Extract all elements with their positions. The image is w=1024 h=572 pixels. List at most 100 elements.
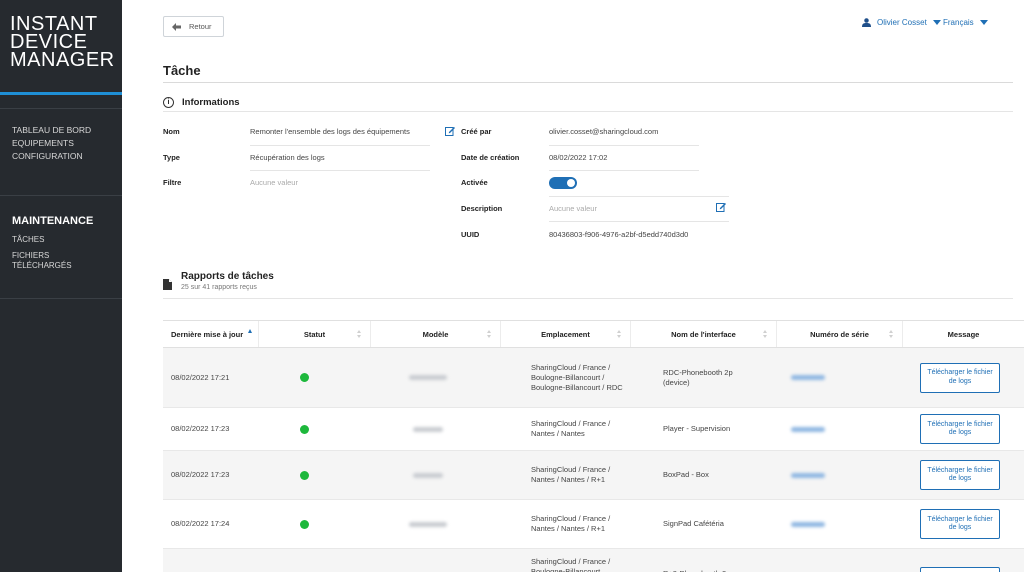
row-updated: 08/02/2022 17:23	[171, 424, 230, 433]
date-creation-value: 08/02/2022 17:02	[549, 153, 608, 162]
row-interface: SignPad Cafétéria	[663, 519, 724, 528]
model-redacted	[409, 375, 447, 380]
col-location[interactable]: Emplacement	[501, 321, 631, 347]
nom-label: Nom	[163, 127, 180, 136]
row-location: SharingCloud / France / Nantes / Nantes	[531, 419, 611, 438]
row-serial[interactable]	[777, 451, 903, 499]
col-status[interactable]: Statut	[259, 321, 371, 347]
arrow-left-icon	[172, 22, 181, 31]
col-status-label: Statut	[303, 329, 326, 339]
download-logs-button[interactable]: Télécharger le fichier de logs	[920, 362, 1000, 393]
status-dot	[300, 373, 309, 382]
sidebar-item-dashboard[interactable]: TABLEAU DE BORD	[12, 124, 91, 137]
col-model[interactable]: Modèle	[371, 321, 501, 347]
row-updated: 08/02/2022 17:21	[171, 372, 230, 382]
logo-line-3: MANAGER	[10, 49, 115, 71]
table-header: Dernière mise à jour Statut Modèle Empla…	[163, 320, 1024, 348]
col-updated-label: Dernière mise à jour	[171, 329, 244, 339]
serial-redacted	[791, 472, 825, 478]
row-model	[371, 348, 501, 407]
download-logs-button[interactable]: Télécharger le fichier de logs	[920, 509, 1000, 539]
status-dot	[300, 519, 309, 529]
field-divider	[549, 145, 699, 146]
edit-icon[interactable]	[445, 126, 455, 136]
description-value: Aucune valeur	[549, 204, 597, 213]
row-message: Télécharger le fichier de logs	[903, 348, 1024, 407]
sidebar-divider	[0, 108, 122, 109]
serial-redacted	[791, 375, 825, 380]
chevron-down-icon	[979, 20, 988, 25]
row-location: SharingCloud / France / Nantes / Nantes …	[531, 465, 611, 484]
table-row[interactable]: 08/02/2022 17:23 SharingCloud / France /…	[163, 451, 1024, 500]
sidebar-section-maintenance[interactable]: MAINTENANCE	[12, 215, 93, 227]
row-model	[371, 408, 501, 450]
col-serial-label: Numéro de série	[810, 329, 869, 339]
model-redacted	[413, 472, 443, 478]
app-logo[interactable]: INSTANT DEVICE MANAGER	[10, 14, 115, 71]
col-updated[interactable]: Dernière mise à jour	[163, 321, 259, 347]
sidebar-item-configuration[interactable]: CONFIGURATION	[12, 150, 91, 163]
reports-divider	[163, 298, 1013, 299]
info-divider	[163, 111, 1013, 112]
cree-par-label: Créé par	[461, 127, 492, 136]
row-status	[259, 451, 371, 499]
sidebar-divider	[0, 298, 122, 299]
title-divider	[163, 82, 1013, 83]
model-redacted	[413, 426, 443, 432]
download-logs-button[interactable]: Télécharger le fichier de logs	[920, 567, 1000, 572]
user-menu[interactable]: Olivier Cosset	[862, 18, 941, 27]
row-serial[interactable]	[777, 408, 903, 450]
field-divider	[549, 221, 729, 222]
row-message: Télécharger le fichier de logs	[903, 500, 1024, 548]
col-model-label: Modèle	[422, 329, 449, 339]
serial-redacted	[791, 426, 825, 432]
col-serial[interactable]: Numéro de série	[777, 321, 903, 347]
row-interface: RDC-Phonebooth 2p (device)	[663, 367, 733, 387]
sidebar-item-taches[interactable]: TÂCHES	[12, 235, 72, 245]
sidebar-main-nav: TABLEAU DE BORD EQUIPEMENTS CONFIGURATIO…	[12, 124, 91, 163]
table-row[interactable]: 08/02/2022 17:21 SharingCloud / France /…	[163, 348, 1024, 408]
sidebar-item-fichiers[interactable]: FICHIERS	[12, 251, 72, 261]
row-status	[259, 500, 371, 548]
page-title: Tâche	[163, 63, 201, 78]
description-label: Description	[461, 204, 503, 213]
sidebar-divider	[0, 195, 122, 196]
status-dot	[300, 424, 309, 434]
user-name: Olivier Cosset	[877, 18, 927, 27]
logo-accent-bar	[0, 92, 122, 95]
row-serial[interactable]	[777, 348, 903, 407]
sidebar: INSTANT DEVICE MANAGER TABLEAU DE BORD E…	[0, 0, 122, 572]
col-interface[interactable]: Nom de l'interface	[631, 321, 777, 347]
row-status	[259, 408, 371, 450]
language-select[interactable]: Français	[943, 18, 988, 27]
row-serial[interactable]	[777, 500, 903, 548]
status-dot	[300, 470, 309, 480]
reports-title: Rapports de tâches	[181, 271, 274, 282]
file-icon	[163, 279, 172, 290]
download-logs-button[interactable]: Télécharger le fichier de logs	[920, 414, 1000, 444]
edit-icon[interactable]	[716, 202, 726, 212]
download-logs-button[interactable]: Télécharger le fichier de logs	[920, 460, 1000, 490]
row-model	[371, 451, 501, 499]
serial-redacted	[791, 521, 825, 527]
info-section-heading: i Informations	[163, 97, 240, 108]
field-divider	[250, 145, 430, 146]
cree-par-value: olivier.cosset@sharingcloud.com	[549, 127, 659, 136]
sidebar-maintenance-nav: TÂCHES FICHIERS TÉLÉCHARGÉS	[12, 235, 72, 271]
reports-subtitle: 25 sur 41 rapports reçus	[181, 284, 257, 291]
table-row[interactable]: SharingCloud / France / Boulogne-Billanc…	[163, 549, 1024, 572]
sidebar-item-telecharges[interactable]: TÉLÉCHARGÉS	[12, 261, 72, 271]
back-button-label: Retour	[189, 22, 212, 31]
row-interface: Player - Supervision	[663, 424, 731, 433]
table-row[interactable]: 08/02/2022 17:23 SharingCloud / France /…	[163, 408, 1024, 451]
activee-label: Activée	[461, 178, 488, 187]
sort-icon	[487, 330, 492, 339]
table-row[interactable]: 08/02/2022 17:24 SharingCloud / France /…	[163, 500, 1024, 549]
nom-value: Remonter l'ensemble des logs des équipem…	[250, 127, 410, 136]
info-icon: i	[163, 97, 174, 108]
sidebar-item-equipements[interactable]: EQUIPEMENTS	[12, 137, 91, 150]
type-label: Type	[163, 153, 180, 162]
activee-toggle[interactable]	[549, 177, 577, 189]
row-interface: BoxPad - Box	[663, 470, 709, 479]
back-button[interactable]: Retour	[163, 16, 224, 37]
